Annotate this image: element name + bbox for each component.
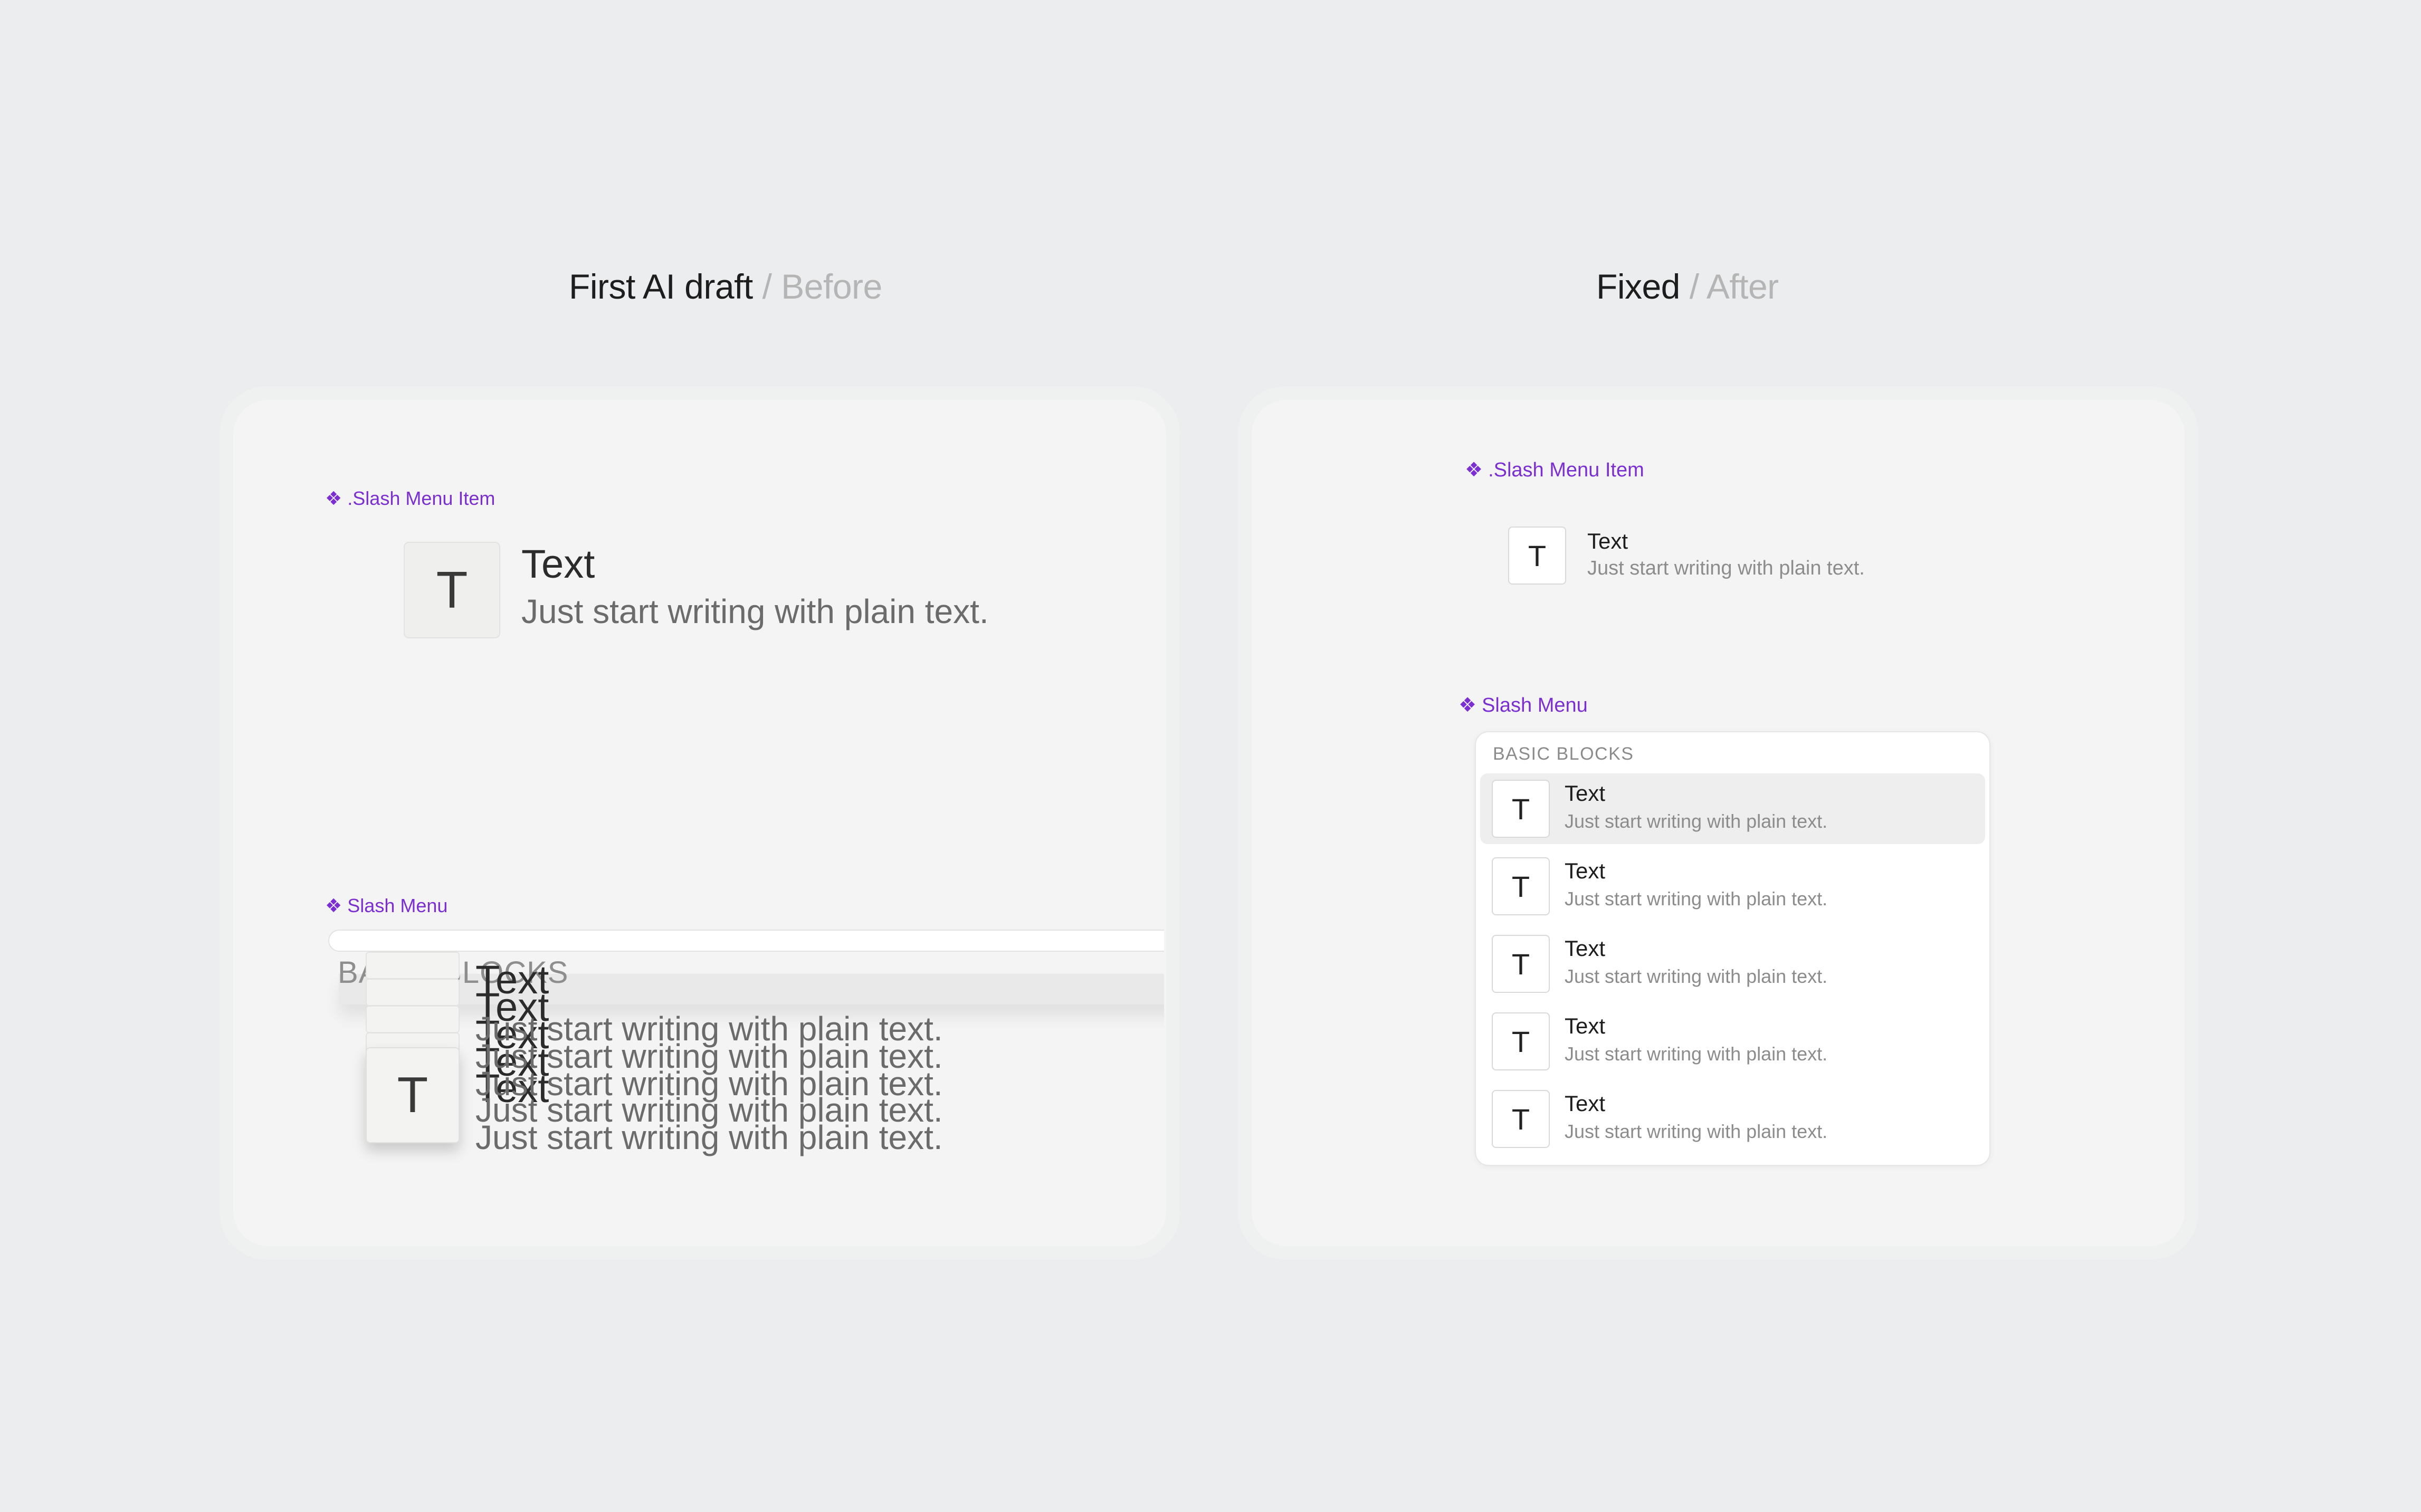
before-menu-item-tile [366,952,460,979]
after-item-title: Text [1587,529,1628,553]
before-heading: First AI draft / Before [569,266,882,307]
slash-menu-item-subtitle: Just start writing with plain text. [1565,1121,1828,1142]
text-block-icon: T [1511,869,1530,903]
text-block-icon: T [1528,539,1547,572]
after-menu-tag[interactable]: ❖ Slash Menu [1459,693,1588,717]
slash-menu-item-subtitle: Just start writing with plain text. [1565,965,1828,987]
before-menu-tag[interactable]: ❖ Slash Menu [325,895,447,917]
before-item-subtitle: Just start writing with plain text. [521,592,989,630]
slash-menu-item-subtitle: Just start writing with plain text. [1565,1043,1828,1065]
slash-menu-item[interactable]: T Text Just start writing with plain tex… [1480,851,1985,922]
after-item-subtitle: Just start writing with plain text. [1587,557,1865,579]
text-block-icon: T [1511,792,1530,826]
before-panel: ❖ .Slash Menu Item T Text Just start writ… [220,386,1180,1260]
before-menu-item-subtitle: Just start writing with plain text. [475,1118,943,1156]
slash-menu-item-title: Text [1565,1091,1606,1116]
text-block-icon: T [1511,947,1530,981]
slash-menu-item-title: Text [1565,1013,1606,1038]
slash-menu-item-icon-tile: T [1492,1090,1550,1148]
after-heading-dim: / After [1680,267,1779,306]
slash-menu-item[interactable]: T Text Just start writing with plain tex… [1480,1084,1985,1154]
before-menu-container [328,930,1164,952]
text-block-icon: T [1511,1102,1530,1136]
before-clip: ❖ .Slash Menu Item T Text Just start writ… [220,386,1164,1260]
component-icon: ❖ [325,488,342,510]
component-icon: ❖ [1465,458,1483,481]
slash-menu-item[interactable]: T Text Just start writing with plain tex… [1480,1006,1985,1077]
slash-menu-item-icon-tile: T [1492,1012,1550,1070]
slash-menu-item-icon-tile: T [1492,857,1550,915]
slash-menu-item-icon-tile: T [1492,935,1550,993]
after-component-tag[interactable]: ❖ .Slash Menu Item [1465,458,1644,482]
slash-menu-item[interactable]: T Text Just start writing with plain tex… [1480,773,1985,844]
before-menu-item-tile: T [366,1047,460,1143]
text-block-icon: T [397,1067,428,1123]
component-icon: ❖ [1459,693,1477,716]
before-item-title: Text [521,542,595,587]
text-block-icon: T [436,561,468,619]
component-icon: ❖ [325,895,342,917]
before-heading-dim: / Before [752,267,883,306]
before-menu-item-tile [366,979,460,1006]
after-heading-main: Fixed [1596,267,1680,306]
before-item-icon-tile: T [404,542,500,638]
slash-menu-item-title: Text [1565,858,1606,883]
slash-menu-item-title: Text [1565,781,1606,806]
slash-menu-section-label: BASIC BLOCKS [1493,744,1634,764]
text-block-icon: T [1511,1025,1530,1058]
after-item-icon-tile: T [1508,527,1566,585]
before-heading-main: First AI draft [569,267,753,306]
slash-menu-item-subtitle: Just start writing with plain text. [1565,888,1828,910]
after-heading: Fixed / After [1596,266,1779,307]
before-component-tag[interactable]: ❖ .Slash Menu Item [325,487,495,510]
slash-menu-item-subtitle: Just start writing with plain text. [1565,810,1828,832]
before-menu-item-tile [366,1006,460,1033]
after-panel: ❖ .Slash Menu Item T Text Just start writ… [1238,386,2198,1260]
slash-menu-item[interactable]: T Text Just start writing with plain tex… [1480,929,1985,999]
slash-menu-item-icon-tile: T [1492,780,1550,838]
slash-menu-item-title: Text [1565,936,1606,961]
slash-menu: BASIC BLOCKS T Text Just start writing w… [1475,731,1990,1166]
